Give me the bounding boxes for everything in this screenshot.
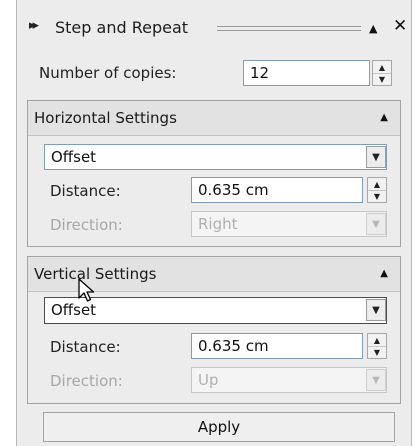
horizontal-direction-label: Direction: [50,216,123,234]
docker-title: Step and Repeat [55,18,189,37]
grip-icon[interactable]: ▸▸ [29,18,39,33]
collapse-docker-icon[interactable]: ▲ [369,22,377,35]
copies-spinner[interactable]: ▲ ▼ [372,60,392,86]
horizontal-distance-spinner[interactable]: ▲ ▼ [367,177,387,203]
collapse-icon[interactable]: ▲ [380,112,388,123]
horizontal-settings-header[interactable]: Horizontal Settings ▲ [28,101,400,136]
vertical-direction-select[interactable]: Up [191,367,387,393]
horizontal-distance-label: Distance: [50,182,121,200]
vertical-distance-label: Distance: [50,338,121,356]
step-and-repeat-docker: ▸▸ Step and Repeat ▲ ✕ Number of copies:… [16,0,412,446]
close-icon[interactable]: ✕ [393,16,407,36]
mouse-pointer-icon [78,278,95,302]
collapse-icon[interactable]: ▲ [380,268,388,279]
docker-titlebar[interactable]: ▸▸ Step and Repeat ▲ ✕ [17,14,411,44]
horizontal-distance-input[interactable]: 0.635 cm [191,177,363,203]
spin-down-icon[interactable]: ▼ [368,190,386,202]
apply-button[interactable]: Apply [43,412,395,442]
copies-input[interactable]: 12 [243,60,370,86]
vertical-distance-spinner[interactable]: ▲ ▼ [367,333,387,359]
horizontal-settings-title: Horizontal Settings [34,109,177,127]
spin-down-icon[interactable]: ▼ [373,73,391,85]
vertical-direction-label: Direction: [50,372,123,390]
chevron-down-icon[interactable]: ▼ [366,213,386,235]
spin-down-icon[interactable]: ▼ [368,346,386,358]
horizontal-settings-group: Horizontal Settings ▲ Offset ▼ Distance:… [27,100,401,247]
chevron-down-icon[interactable]: ▼ [366,299,386,321]
vertical-distance-input[interactable]: 0.635 cm [191,333,363,359]
chevron-down-icon[interactable]: ▼ [366,369,386,391]
copies-label: Number of copies: [39,64,177,82]
horizontal-direction-select[interactable]: Right [191,211,387,237]
title-divider [217,26,361,31]
chevron-down-icon[interactable]: ▼ [366,146,386,168]
horizontal-mode-select[interactable]: Offset [44,144,387,170]
